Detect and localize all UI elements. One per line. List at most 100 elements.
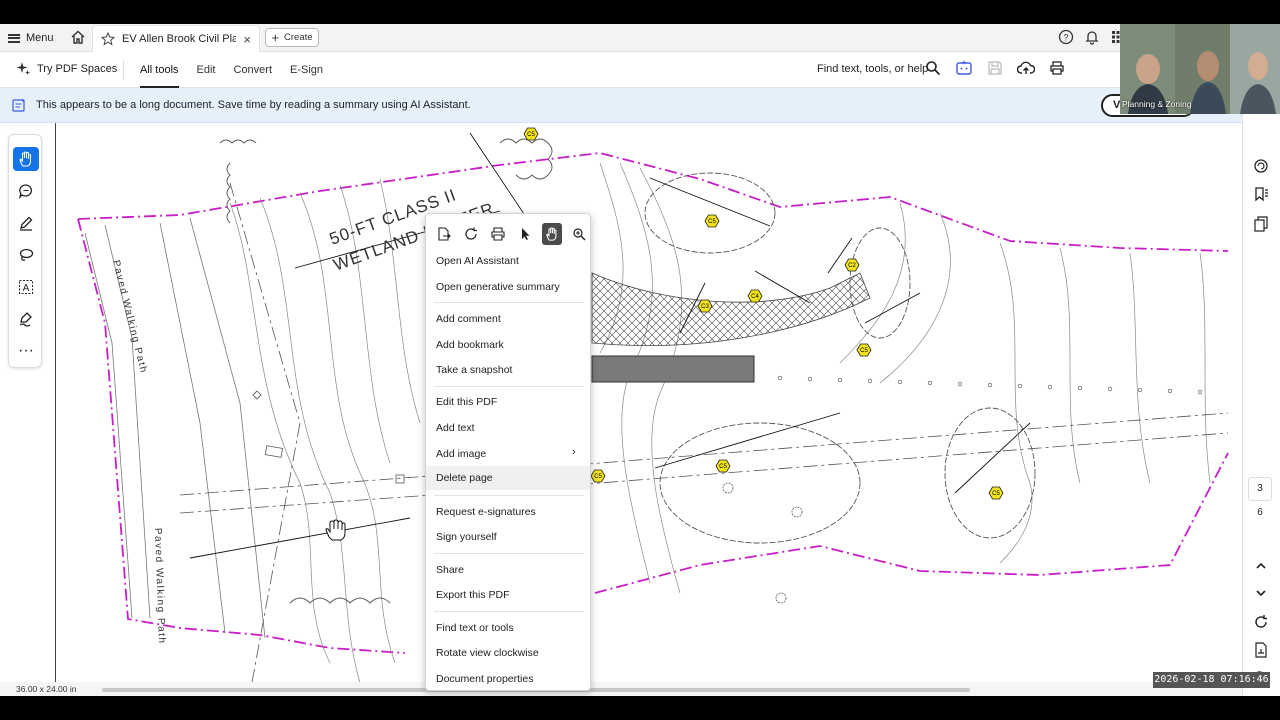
help-icon[interactable]: ?	[1058, 29, 1074, 45]
pages-icon[interactable]	[1253, 216, 1269, 232]
tab-convert[interactable]: Convert	[234, 52, 273, 88]
rotate-button[interactable]	[461, 223, 481, 245]
banner-message: This appears to be a long document. Save…	[36, 99, 471, 111]
tab-edit[interactable]: Edit	[197, 52, 216, 88]
recording-timestamp: 2026-02-18 07:16:46	[1153, 672, 1270, 688]
menu-item-delete-page[interactable]: Delete page	[426, 466, 590, 490]
right-side-panel	[1242, 88, 1280, 696]
toolbar-actions	[925, 59, 1065, 77]
sparkle-icon	[16, 62, 30, 75]
find-tools-input[interactable]: Find text, tools, or help	[817, 63, 928, 75]
pdf-spaces-label: Try PDF Spaces	[37, 62, 118, 75]
zoom-in-icon	[573, 228, 586, 241]
menu-item-rotate-view[interactable]: Rotate view clockwise	[436, 647, 539, 659]
document-tab[interactable]: EV Allen Brook Civil Pla... ×	[92, 25, 260, 52]
canvas-divider	[55, 123, 56, 685]
menu-item-sign-yourself[interactable]: Sign yourself	[436, 531, 497, 543]
comment-tool-button[interactable]	[13, 179, 39, 203]
hand-tool-button[interactable]	[13, 147, 39, 171]
menu-item-take-snapshot[interactable]: Take a snapshot	[436, 364, 512, 376]
current-page-field[interactable]: 3	[1248, 477, 1272, 501]
tab-e-sign[interactable]: E-Sign	[290, 52, 323, 88]
hatched-area	[591, 272, 871, 346]
menu-divider	[434, 302, 584, 303]
menu-item-edit-pdf[interactable]: Edit this PDF	[436, 396, 497, 408]
highlight-tool-button[interactable]	[13, 211, 39, 235]
chevron-right-icon: ›	[572, 446, 576, 458]
pdf-canvas[interactable]: C5 C5 C2 C3 C4 C5 C5 C5 C5 50-FT CLASS I…	[0, 123, 1242, 696]
close-tab-icon[interactable]: ×	[243, 32, 251, 47]
menu-item-add-text[interactable]: Add text	[436, 422, 475, 434]
context-menu-toolbar	[434, 223, 589, 245]
menu-label: Menu	[26, 32, 54, 44]
text-tool-button[interactable]: A	[13, 275, 39, 299]
menu-item-document-properties[interactable]: Document properties	[436, 673, 533, 685]
context-menu: Open AI Assistant Open generative summar…	[425, 213, 591, 691]
menu-item-add-bookmark[interactable]: Add bookmark	[436, 339, 504, 351]
bookmarks-icon[interactable]	[1253, 186, 1269, 202]
walking-path-label-1: Paved Walking Path	[110, 259, 149, 375]
menu-divider	[434, 553, 584, 554]
menu-item-add-comment[interactable]: Add comment	[436, 313, 501, 325]
sign-tool-button[interactable]	[13, 307, 39, 331]
refresh-icon[interactable]	[1253, 614, 1269, 630]
pen-icon	[20, 216, 33, 231]
print-icon[interactable]	[1049, 60, 1065, 76]
export-page-button[interactable]	[434, 223, 454, 245]
upload-cloud-icon[interactable]	[1017, 60, 1035, 76]
menu-button[interactable]: Menu	[8, 28, 54, 48]
video-call-thumbnail: Planning & Zoning	[1120, 24, 1280, 114]
zoom-tool-button[interactable]	[569, 223, 589, 245]
bell-icon[interactable]	[1084, 29, 1100, 45]
main-toolbar: Try PDF Spaces All tools Edit Convert E-…	[0, 52, 1280, 88]
print-button[interactable]	[488, 223, 508, 245]
menu-item-request-e-signatures[interactable]: Request e-signatures	[436, 506, 536, 518]
chevron-up-icon[interactable]	[1253, 558, 1269, 574]
ai-chat-icon[interactable]	[1253, 158, 1269, 174]
toolbar-tabs: All tools Edit Convert E-Sign	[140, 52, 341, 88]
menu-divider	[434, 611, 584, 612]
document-summary-icon	[12, 98, 25, 112]
menu-item-export-pdf[interactable]: Export this PDF	[436, 589, 510, 601]
save-icon[interactable]	[987, 60, 1003, 76]
menu-divider	[434, 386, 584, 387]
menu-divider	[434, 495, 584, 496]
menu-item-add-image[interactable]: Add image	[436, 448, 486, 460]
svg-text:C2: C2	[848, 263, 856, 269]
tab-all-tools[interactable]: All tools	[140, 52, 179, 88]
menu-item-share[interactable]: Share	[436, 564, 464, 576]
menu-item-open-generative-summary[interactable]: Open generative summary	[436, 281, 560, 293]
property-boundary	[77, 152, 1229, 252]
hand-tool-toggle[interactable]	[542, 223, 562, 245]
create-button[interactable]: + Create	[265, 28, 319, 47]
search-icon[interactable]	[925, 60, 941, 76]
star-icon[interactable]	[101, 32, 115, 46]
hand-icon	[546, 227, 557, 241]
cursor-arrow-icon	[522, 228, 530, 240]
ai-assistant-icon[interactable]	[955, 59, 973, 77]
document-tab-title: EV Allen Brook Civil Pla...	[122, 33, 237, 45]
meeting-name-label: Planning & Zoning	[1122, 99, 1192, 109]
tab-bar: Menu EV Allen Brook Civil Pla... × + Cre…	[0, 24, 1280, 52]
menu-item-find-text-or-tools[interactable]: Find text or tools	[436, 622, 514, 634]
svg-text:C4: C4	[751, 294, 759, 300]
menu-item-open-ai-assistant[interactable]: Open AI Assistant	[436, 255, 519, 267]
pdf-spaces-button[interactable]: Try PDF Spaces	[16, 61, 117, 76]
draw-tool-button[interactable]	[13, 243, 39, 267]
lasso-icon	[19, 248, 34, 261]
svg-text:A: A	[23, 283, 30, 294]
more-tools-button[interactable]: ···	[13, 339, 39, 363]
chevron-down-icon[interactable]	[1253, 585, 1269, 601]
app-window: Menu EV Allen Brook Civil Pla... × + Cre…	[0, 24, 1280, 696]
hand-icon	[19, 151, 32, 167]
print-icon	[491, 227, 505, 241]
select-tool-button[interactable]	[515, 223, 535, 245]
more-icon: ···	[18, 342, 34, 359]
total-pages: 6	[1257, 507, 1263, 518]
page-export-icon	[438, 227, 451, 241]
home-icon[interactable]	[70, 29, 86, 45]
svg-text:C5: C5	[594, 474, 602, 480]
page-fit-icon[interactable]	[1253, 642, 1269, 658]
signature-pen-icon	[19, 312, 32, 327]
comment-icon	[18, 184, 32, 199]
